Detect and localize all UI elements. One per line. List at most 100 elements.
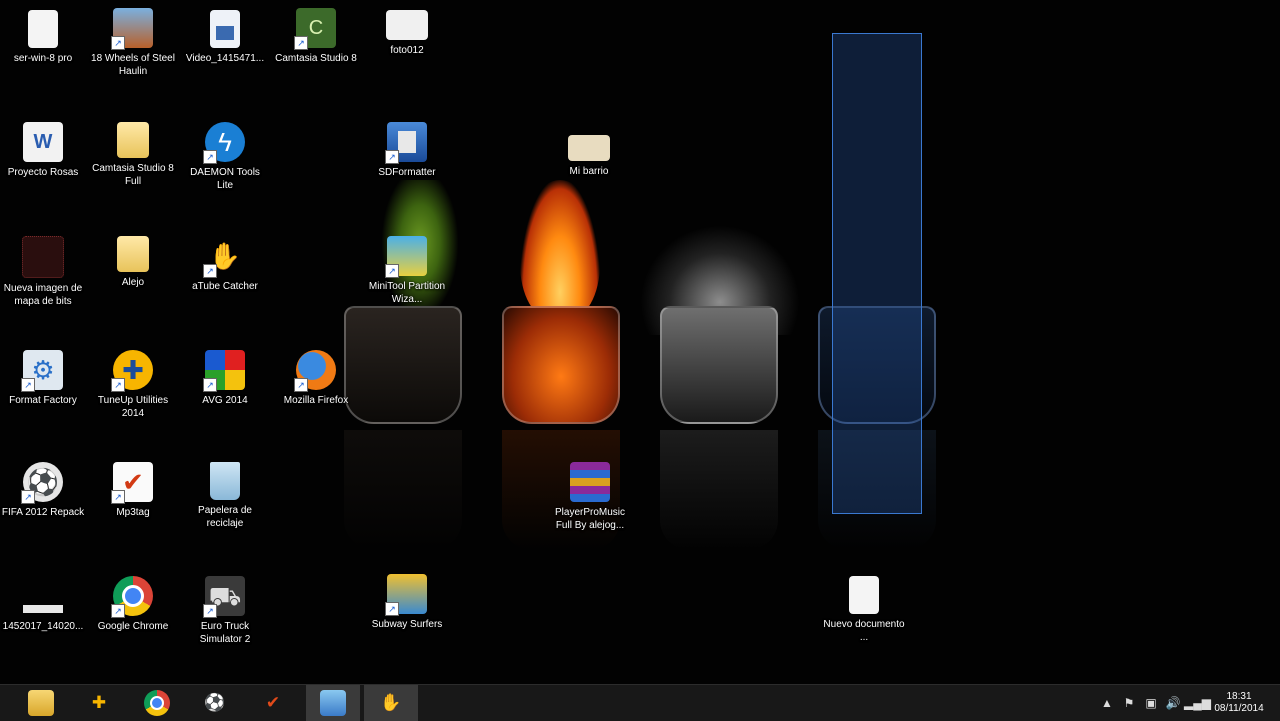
- file-explorer-icon: [28, 690, 54, 716]
- taskbar: ✚ ⚽ ✔ ✋ ▲ ⚑ ▣ 🔊 ▂▄▆ 18:31 08/11/2014: [0, 684, 1280, 721]
- desktop-icon-camtasia8[interactable]: C Camtasia Studio 8: [274, 8, 358, 65]
- desktop-icon-label: Mozilla Firefox: [283, 395, 349, 406]
- video-file-icon: [210, 10, 240, 48]
- camtasia-icon: C: [294, 8, 336, 50]
- desktop-icon-chrome[interactable]: Google Chrome: [91, 576, 175, 633]
- folder-icon: [117, 236, 149, 272]
- desktop-icon-playerpro[interactable]: PlayerProMusic Full By alejog...: [548, 462, 632, 532]
- desktop[interactable]: ser-win-8 pro W Proyecto Rosas Nueva ima…: [0, 0, 1280, 684]
- desktop-icon-label: SDFormatter: [378, 167, 436, 178]
- desktop-icon-label: Camtasia Studio 8 Full: [92, 163, 174, 187]
- tuneup-icon: ✚: [91, 693, 107, 712]
- wallpaper-water-glass: [660, 306, 778, 424]
- desktop-icon-alejo[interactable]: Alejo: [91, 236, 175, 289]
- wallpaper-reflection: [660, 430, 778, 550]
- desktop-icon-file1452017[interactable]: 1452017_14020...: [1, 576, 85, 633]
- desktop-icon-mibarrio[interactable]: Mi barrio: [547, 135, 631, 178]
- clock-time: 18:31: [1226, 691, 1252, 702]
- format-factory-icon: ⚙: [21, 350, 63, 392]
- taskbar-atube[interactable]: ✋: [364, 685, 418, 721]
- desktop-icon-firefox[interactable]: Mozilla Firefox: [274, 350, 358, 407]
- desktop-icon-sdformatter[interactable]: SDFormatter: [365, 122, 449, 179]
- taskbar-mp3tag[interactable]: ✔: [246, 685, 300, 721]
- document-icon: [849, 576, 879, 614]
- desktop-icon-label: TuneUp Utilities 2014: [97, 395, 169, 419]
- taskbar-file-explorer[interactable]: [14, 685, 68, 721]
- euro-truck-icon: ⛟: [203, 576, 245, 618]
- desktop-icon-label: Mi barrio: [569, 166, 609, 177]
- partition-wizard-icon: [320, 690, 346, 716]
- show-hidden-icons-icon[interactable]: ▲: [1096, 696, 1118, 710]
- daemon-tools-icon: ϟ: [203, 122, 245, 164]
- wallpaper-fire-glass: [502, 306, 620, 424]
- desktop-icon-wheels[interactable]: 18 Wheels of Steel Haulin: [91, 8, 175, 78]
- desktop-icon-proyecto[interactable]: W Proyecto Rosas: [1, 122, 85, 179]
- desktop-icon-label: Euro Truck Simulator 2: [199, 621, 251, 645]
- desktop-icon-label: foto012: [390, 45, 424, 56]
- chrome-icon: [111, 576, 153, 618]
- action-center-flag-icon[interactable]: ⚑: [1118, 696, 1140, 710]
- desktop-icon-ser-win[interactable]: ser-win-8 pro: [1, 10, 85, 65]
- taskbar-chrome[interactable]: [130, 685, 184, 721]
- recycle-bin-icon: [210, 462, 240, 500]
- image-file-icon: [568, 135, 610, 161]
- desktop-icon-label: FIFA 2012 Repack: [1, 507, 85, 518]
- fifa-icon: ⚽: [204, 693, 226, 712]
- taskbar-minitool[interactable]: [306, 685, 360, 721]
- desktop-icon-label: AVG 2014: [202, 395, 248, 406]
- desktop-icon-tuneup[interactable]: ✚ TuneUp Utilities 2014: [91, 350, 175, 420]
- desktop-icon-label: Papelera de reciclaje: [198, 505, 252, 529]
- desktop-icon-label: Subway Surfers: [371, 619, 443, 630]
- desktop-icon-label: 1452017_14020...: [2, 621, 84, 632]
- system-tray: ▲ ⚑ ▣ 🔊 ▂▄▆ 18:31 08/11/2014: [1096, 685, 1280, 721]
- desktop-icon-label: aTube Catcher: [192, 281, 258, 292]
- chrome-icon: [144, 690, 170, 716]
- desktop-icon-minitool[interactable]: MiniTool Partition Wiza...: [365, 236, 449, 306]
- subway-surfers-icon: [385, 574, 427, 616]
- desktop-icon-daemon[interactable]: ϟ DAEMON Tools Lite: [183, 122, 267, 192]
- clock[interactable]: 18:31 08/11/2014: [1206, 691, 1280, 715]
- taskbar-fifa[interactable]: ⚽: [188, 685, 242, 721]
- avg-icon: [203, 350, 245, 392]
- partition-wizard-icon: [385, 236, 427, 278]
- wallpaper-flame: [520, 180, 600, 320]
- volume-icon[interactable]: 🔊: [1162, 696, 1184, 710]
- desktop-icon-avg[interactable]: AVG 2014: [183, 350, 267, 407]
- desktop-icon-video[interactable]: Video_1415471...: [183, 10, 267, 65]
- desktop-icon-label: MiniTool Partition Wiza...: [368, 281, 446, 305]
- desktop-icon-label: Camtasia Studio 8: [275, 53, 357, 64]
- document-icon: [28, 10, 58, 48]
- clock-date: 08/11/2014: [1214, 703, 1264, 714]
- atube-catcher-icon: ✋: [380, 693, 402, 712]
- firefox-icon: [294, 350, 336, 392]
- desktop-icon-label: Nueva imagen de mapa de bits: [3, 283, 83, 307]
- desktop-icon-label: Mp3tag: [116, 507, 150, 518]
- desktop-icon-nuevodoc[interactable]: Nuevo documento ...: [822, 576, 906, 644]
- desktop-icon-mp3tag[interactable]: ✔ Mp3tag: [91, 462, 175, 519]
- desktop-icon-label: PlayerProMusic Full By alejog...: [554, 507, 626, 531]
- desktop-icon-bitmap[interactable]: Nueva imagen de mapa de bits: [1, 236, 85, 308]
- network-drive-icon[interactable]: ▣: [1140, 696, 1162, 710]
- desktop-icon-label: DAEMON Tools Lite: [190, 167, 260, 191]
- wallpaper-earth-glass: [344, 306, 462, 424]
- selection-rectangle: [832, 33, 922, 514]
- taskbar-tuneup[interactable]: ✚: [72, 685, 126, 721]
- desktop-icon-label: Google Chrome: [97, 621, 169, 632]
- signal-icon[interactable]: ▂▄▆: [1184, 696, 1211, 710]
- word-document-icon: W: [23, 122, 63, 162]
- mp3tag-icon: ✔: [265, 693, 281, 712]
- desktop-icon-eurotruck[interactable]: ⛟ Euro Truck Simulator 2: [183, 576, 267, 646]
- desktop-icon-label: Alejo: [121, 277, 145, 288]
- desktop-icon-papelera[interactable]: Papelera de reciclaje: [183, 462, 267, 530]
- winrar-archive-icon: [570, 462, 610, 502]
- desktop-icon-label: Proyecto Rosas: [7, 167, 79, 178]
- desktop-icon-foto012[interactable]: foto012: [365, 10, 449, 57]
- truck-game-icon: [111, 8, 153, 50]
- desktop-icon-subway[interactable]: Subway Surfers: [365, 574, 449, 631]
- desktop-icon-camtasia-full[interactable]: Camtasia Studio 8 Full: [91, 122, 175, 188]
- image-file-icon: [386, 10, 428, 40]
- desktop-icon-atube[interactable]: ✋ aTube Catcher: [183, 236, 267, 293]
- desktop-icon-label: ser-win-8 pro: [13, 53, 73, 64]
- desktop-icon-formatfactory[interactable]: ⚙ Format Factory: [1, 350, 85, 407]
- desktop-icon-fifa[interactable]: ⚽ FIFA 2012 Repack: [1, 462, 85, 519]
